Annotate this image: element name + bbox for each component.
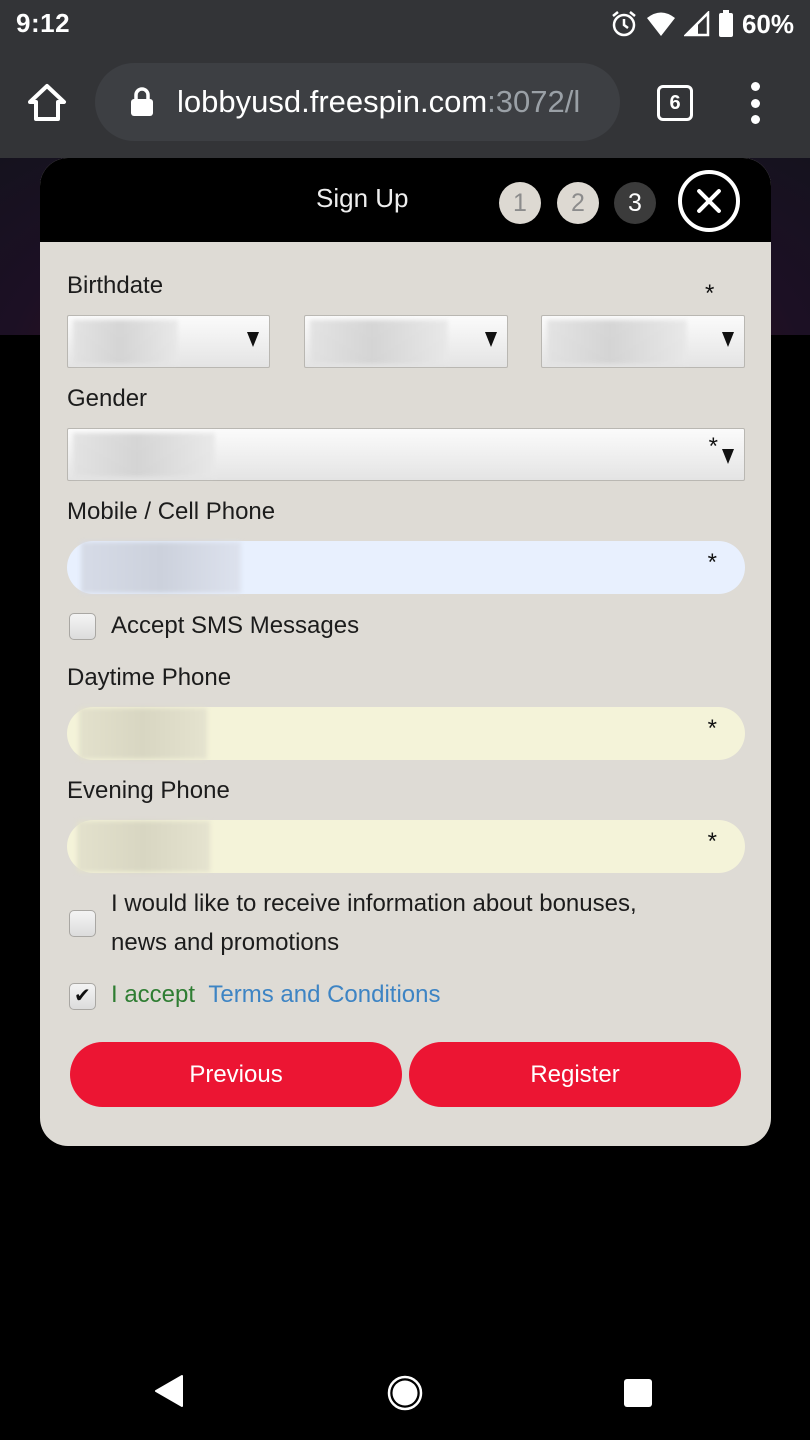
address-bar[interactable]: lobbyusd.freespin.com:3072/l <box>95 63 620 141</box>
promotions-label-line2: news and promotions <box>111 929 340 956</box>
birthdate-label: Birthdate <box>67 272 164 299</box>
step-1-indicator: 1 <box>499 182 541 224</box>
cell-signal-icon <box>683 11 710 37</box>
browser-menu-button[interactable] <box>745 82 765 124</box>
alarm-icon <box>612 11 636 37</box>
daytime-required-mark: * <box>707 715 717 742</box>
dropdown-arrow-icon <box>485 332 497 347</box>
birthdate-year-select[interactable] <box>541 315 745 368</box>
redacted-value <box>77 821 210 872</box>
gender-required-mark: * <box>708 433 718 460</box>
evening-required-mark: * <box>707 828 717 855</box>
accept-text[interactable]: I accept <box>111 981 195 1008</box>
menu-dot <box>750 115 760 124</box>
status-icons: 60% <box>610 6 794 42</box>
redacted-value <box>81 542 241 593</box>
signup-modal: Sign Up 1 2 3 Birthdate * Gender * Mobil… <box>40 158 771 1146</box>
accept-terms-checkbox[interactable] <box>69 983 96 1010</box>
status-time: 9:12 <box>16 8 71 38</box>
dropdown-arrow-icon <box>247 332 259 347</box>
battery-icon <box>718 10 733 37</box>
evening-phone-label: Evening Phone <box>67 777 230 804</box>
menu-dot <box>750 82 760 91</box>
mobile-required-mark: * <box>707 549 717 576</box>
gender-select[interactable]: * <box>67 428 745 481</box>
wifi-icon <box>646 12 675 36</box>
redacted-value <box>79 708 207 759</box>
mobile-phone-label: Mobile / Cell Phone <box>67 498 276 525</box>
daytime-phone-input[interactable]: * <box>67 707 745 760</box>
redacted-value <box>310 320 448 364</box>
home-icon[interactable] <box>26 82 68 124</box>
promotions-label[interactable]: I would like to receive information abou… <box>111 884 637 962</box>
lock-icon <box>131 87 153 116</box>
mobile-phone-input[interactable]: * <box>67 541 745 594</box>
close-button[interactable] <box>678 170 740 232</box>
redacted-value <box>73 320 178 364</box>
system-navigation-bar <box>0 1340 810 1440</box>
tab-switcher-button[interactable]: 6 <box>657 85 693 121</box>
home-nav-icon[interactable] <box>386 1374 424 1412</box>
redacted-value <box>73 433 215 477</box>
dropdown-arrow-icon <box>722 449 734 464</box>
url-host: lobbyusd.freespin.com <box>177 84 488 119</box>
gender-label: Gender <box>67 385 148 412</box>
modal-title: Sign Up <box>316 183 409 213</box>
back-icon[interactable] <box>152 1374 186 1408</box>
promotions-checkbox[interactable] <box>69 910 96 937</box>
status-bar: 9:12 60% <box>0 0 810 48</box>
birthdate-required-mark: * <box>705 280 715 307</box>
redacted-value <box>547 320 687 364</box>
recents-icon[interactable] <box>622 1377 654 1409</box>
battery-percent: 60% <box>741 8 794 39</box>
daytime-phone-label: Daytime Phone <box>67 664 232 691</box>
dropdown-arrow-icon <box>722 332 734 347</box>
birthdate-month-select[interactable] <box>67 315 270 368</box>
url-text[interactable]: lobbyusd.freespin.com:3072/l <box>177 84 602 120</box>
previous-button[interactable]: Previous <box>70 1042 402 1107</box>
birthdate-day-select[interactable] <box>304 315 508 368</box>
menu-dot <box>750 98 760 108</box>
accept-sms-label[interactable]: Accept SMS Messages <box>111 606 359 645</box>
evening-phone-input[interactable]: * <box>67 820 745 873</box>
modal-header: Sign Up 1 2 3 <box>40 158 771 242</box>
terms-and-conditions-link[interactable]: Terms and Conditions <box>208 981 440 1008</box>
accept-sms-checkbox[interactable] <box>69 613 96 640</box>
step-2-indicator: 2 <box>557 182 599 224</box>
step-3-indicator: 3 <box>614 182 656 224</box>
promotions-label-line1: I would like to receive information abou… <box>111 890 637 917</box>
accept-terms-label: I accept Terms and Conditions <box>111 975 441 1014</box>
register-button[interactable]: Register <box>409 1042 741 1107</box>
url-path: :3072/l <box>487 84 581 119</box>
browser-toolbar: lobbyusd.freespin.com:3072/l 6 <box>0 48 810 158</box>
